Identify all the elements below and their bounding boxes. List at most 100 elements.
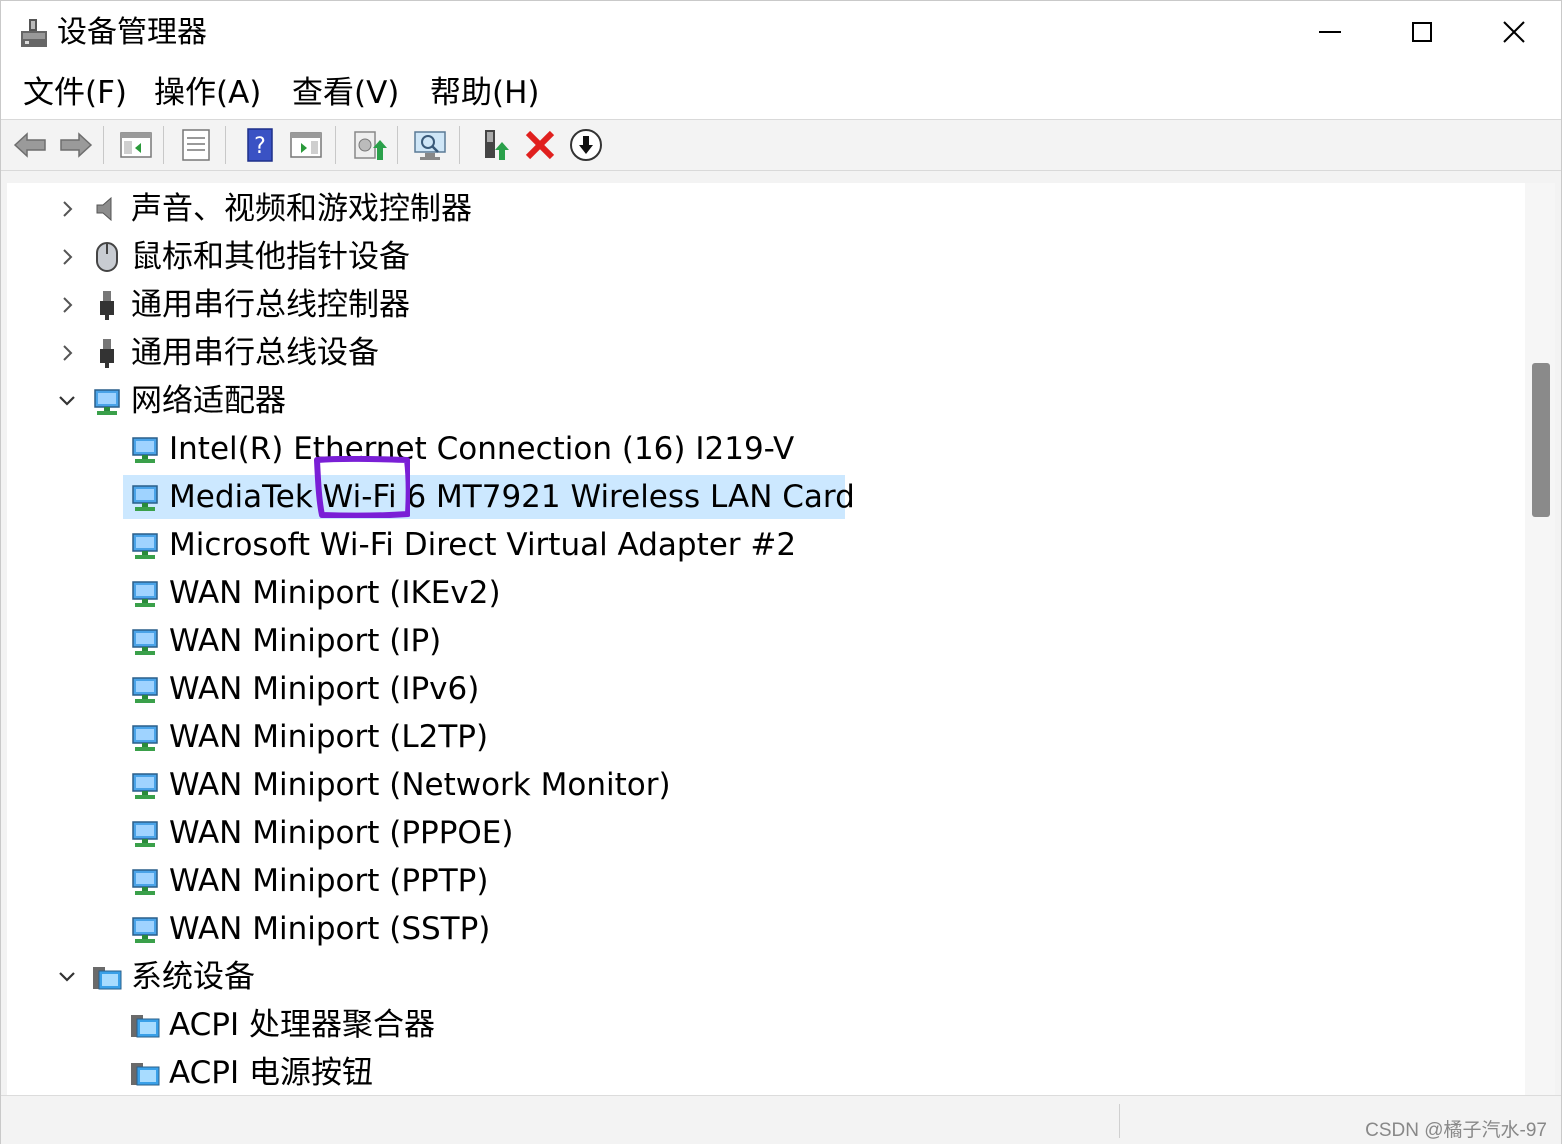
tree-category-usb-devices[interactable]: 通用串行总线设备 — [7, 329, 1517, 377]
svg-text:?: ? — [254, 134, 266, 159]
properties-button[interactable] — [177, 126, 215, 164]
menu-view[interactable]: 查看(V) — [292, 73, 399, 113]
tree-category-usb-controllers[interactable]: 通用串行总线控制器 — [7, 281, 1517, 329]
update-driver-button[interactable] — [349, 126, 387, 164]
tree-device[interactable]: Intel(R) Ethernet Connection (16) I219-V — [7, 425, 1517, 473]
chevron-right-icon[interactable] — [57, 197, 77, 221]
system-device-folder-icon — [131, 1015, 160, 1038]
tree-device[interactable]: WAN Miniport (Network Monitor) — [7, 761, 1517, 809]
device-label: WAN Miniport (IP) — [169, 623, 442, 659]
status-bar — [1, 1095, 1561, 1144]
device-label: WAN Miniport (SSTP) — [169, 911, 491, 947]
system-device-folder-icon — [131, 1063, 160, 1086]
tree-device[interactable]: WAN Miniport (IP) — [7, 617, 1517, 665]
maximize-button[interactable] — [1376, 1, 1468, 63]
network-adapter-icon — [132, 917, 158, 943]
chevron-right-icon[interactable] — [57, 293, 77, 317]
toolbar-separator — [225, 126, 226, 164]
toolbar-separator — [163, 126, 164, 164]
category-label: 声音、视频和游戏控制器 — [131, 191, 472, 227]
device-label: Microsoft Wi-Fi Direct Virtual Adapter #… — [169, 527, 797, 563]
chevron-right-icon[interactable] — [57, 245, 77, 269]
device-tree[interactable]: 声音、视频和游戏控制器 鼠标和其他指针设备 通用串行总线控制器 通用串行总线设备… — [7, 183, 1525, 1095]
tree-category-sound[interactable]: 声音、视频和游戏控制器 — [7, 185, 1517, 233]
device-label: WAN Miniport (PPTP) — [169, 863, 489, 899]
window-title: 设备管理器 — [57, 15, 207, 50]
tree-device[interactable]: WAN Miniport (L2TP) — [7, 713, 1517, 761]
back-arrow-icon — [13, 132, 46, 158]
device-label: WAN Miniport (Network Monitor) — [169, 767, 671, 803]
category-label: 通用串行总线控制器 — [131, 287, 410, 323]
mouse-icon — [96, 242, 118, 272]
tree-category-mice[interactable]: 鼠标和其他指针设备 — [7, 233, 1517, 281]
tree-device[interactable]: Microsoft Wi-Fi Direct Virtual Adapter #… — [7, 521, 1517, 569]
menu-file[interactable]: 文件(F) — [23, 73, 127, 113]
scan-hardware-button[interactable] — [411, 126, 449, 164]
menu-bar: 文件(F) 操作(A) 查看(V) 帮助(H) — [1, 63, 1561, 119]
chevron-down-icon[interactable] — [57, 389, 77, 413]
network-adapter-icon — [132, 821, 158, 847]
tree-device[interactable]: WAN Miniport (PPPOE) — [7, 809, 1517, 857]
device-label: ACPI 处理器聚合器 — [169, 1007, 435, 1043]
scrollbar-thumb[interactable] — [1532, 363, 1550, 517]
system-device-folder-icon — [93, 967, 122, 990]
menu-help[interactable]: 帮助(H) — [430, 73, 540, 113]
category-label: 通用串行总线设备 — [131, 335, 379, 371]
forward-button[interactable] — [57, 126, 95, 164]
device-manager-window: 设备管理器 文件(F) 操作(A) 查看(V) 帮助(H) ? 声音、视频和游戏… — [0, 0, 1562, 1144]
help-button[interactable]: ? — [241, 126, 279, 164]
network-adapter-icon — [132, 725, 158, 751]
device-label: WAN Miniport (L2TP) — [169, 719, 489, 755]
close-icon — [1503, 21, 1525, 43]
close-button[interactable] — [1468, 1, 1560, 63]
vertical-scrollbar[interactable] — [1525, 183, 1555, 1095]
usb-plug-icon — [100, 291, 114, 320]
disable-device-button[interactable] — [567, 126, 605, 164]
tree-device[interactable]: ACPI 处理器聚合器 — [7, 1001, 1517, 1049]
tree-device[interactable]: WAN Miniport (PPTP) — [7, 857, 1517, 905]
device-manager-icon — [21, 19, 47, 47]
device-label: Intel(R) Ethernet Connection (16) I219-V — [169, 431, 795, 467]
tree-device[interactable]: WAN Miniport (SSTP) — [7, 905, 1517, 953]
enable-device-button[interactable] — [475, 126, 513, 164]
uninstall-device-button[interactable] — [521, 126, 559, 164]
tree-device[interactable]: WAN Miniport (IKEv2) — [7, 569, 1517, 617]
toolbar: ? — [1, 119, 1561, 171]
network-adapter-icon — [132, 869, 158, 895]
update-driver-icon — [354, 131, 387, 160]
network-adapter-icon — [132, 677, 158, 703]
menu-action[interactable]: 操作(A) — [154, 73, 261, 113]
network-adapter-icon — [132, 629, 158, 655]
show-hide-console-tree-button[interactable] — [117, 126, 155, 164]
help-icon: ? — [247, 128, 273, 162]
network-adapter-icon — [132, 773, 158, 799]
category-label: 系统设备 — [131, 959, 255, 995]
toolbar-separator — [397, 126, 398, 164]
category-label: 网络适配器 — [131, 383, 286, 419]
network-adapter-icon — [94, 389, 120, 415]
uninstall-device-icon — [525, 130, 555, 160]
chevron-right-icon[interactable] — [57, 341, 77, 365]
device-label: ACPI 电源按钮 — [169, 1055, 373, 1091]
tree-device[interactable]: WAN Miniport (IPv6) — [7, 665, 1517, 713]
enable-device-icon — [485, 130, 509, 160]
chevron-down-icon[interactable] — [57, 965, 77, 989]
network-adapter-icon — [132, 581, 158, 607]
network-adapter-icon — [132, 485, 158, 511]
watermark: CSDN @橘子汽水-97 — [1365, 1120, 1547, 1141]
toolbar-separator — [103, 126, 104, 164]
tree-category-network[interactable]: 网络适配器 — [7, 377, 1517, 425]
minimize-icon — [1319, 31, 1341, 33]
action-pane-button[interactable] — [287, 126, 325, 164]
title-bar[interactable]: 设备管理器 — [1, 1, 1561, 63]
device-label: WAN Miniport (PPPOE) — [169, 815, 514, 851]
tree-device[interactable]: ACPI 电源按钮 — [7, 1049, 1517, 1095]
usb-plug-icon — [100, 339, 114, 368]
device-label: MediaTek Wi-Fi 6 MT7921 Wireless LAN Car… — [169, 479, 855, 515]
forward-arrow-icon — [60, 132, 93, 158]
tree-device-selected[interactable]: MediaTek Wi-Fi 6 MT7921 Wireless LAN Car… — [7, 473, 1517, 521]
tree-category-system[interactable]: 系统设备 — [7, 953, 1517, 1001]
minimize-button[interactable] — [1284, 1, 1376, 63]
category-label: 鼠标和其他指针设备 — [131, 239, 410, 275]
back-button[interactable] — [11, 126, 49, 164]
